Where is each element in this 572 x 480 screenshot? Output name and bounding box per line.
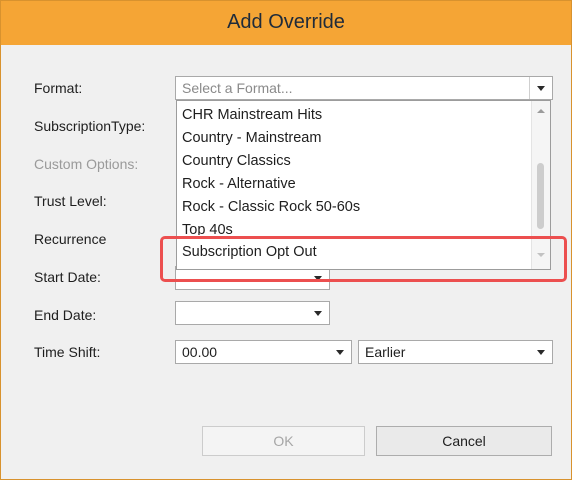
time-shift-label: Time Shift:	[34, 344, 101, 360]
format-placeholder: Select a Format...	[182, 80, 293, 96]
format-option-country-classics[interactable]: Country Classics	[182, 153, 291, 169]
highlight-box	[160, 236, 567, 282]
time-shift-value-combobox[interactable]: 00.00	[175, 340, 352, 364]
dialog-title: Add Override	[227, 11, 345, 33]
cancel-button[interactable]: Cancel	[376, 426, 552, 456]
start-date-label: Start Date:	[34, 269, 101, 285]
time-shift-value-arrow-icon[interactable]	[329, 341, 351, 363]
subscription-type-label: SubscriptionType:	[34, 118, 146, 134]
ok-button[interactable]: OK	[202, 426, 365, 456]
format-option-top-40s[interactable]: Top 40s	[182, 222, 233, 235]
format-option-country-mainstream[interactable]: Country - Mainstream	[182, 130, 321, 146]
format-option-chr-mainstream-hits[interactable]: CHR Mainstream Hits	[182, 107, 322, 123]
time-shift-value: 00.00	[182, 344, 218, 360]
time-shift-direction: Earlier	[365, 344, 406, 360]
time-shift-direction-arrow-icon[interactable]	[530, 341, 552, 363]
format-dropdown-arrow-icon[interactable]	[529, 77, 552, 99]
format-label: Format:	[34, 80, 83, 96]
trust-level-label: Trust Level:	[34, 193, 107, 209]
format-option-rock-alternative[interactable]: Rock - Alternative	[182, 176, 296, 192]
end-date-arrow-icon[interactable]	[307, 302, 329, 324]
title-bar[interactable]: Add Override	[1, 1, 571, 45]
format-combobox[interactable]: Select a Format...	[175, 76, 553, 100]
custom-options-label: Custom Options:	[34, 156, 139, 172]
end-date-picker[interactable]	[175, 301, 330, 325]
scroll-up-arrow-icon[interactable]	[537, 109, 545, 113]
time-shift-direction-combobox[interactable]: Earlier	[358, 340, 553, 364]
recurrence-label: Recurrence	[34, 231, 107, 247]
format-option-rock-classic[interactable]: Rock - Classic Rock 50-60s	[182, 199, 360, 215]
scroll-thumb[interactable]	[537, 163, 544, 229]
end-date-label: End Date:	[34, 307, 97, 323]
